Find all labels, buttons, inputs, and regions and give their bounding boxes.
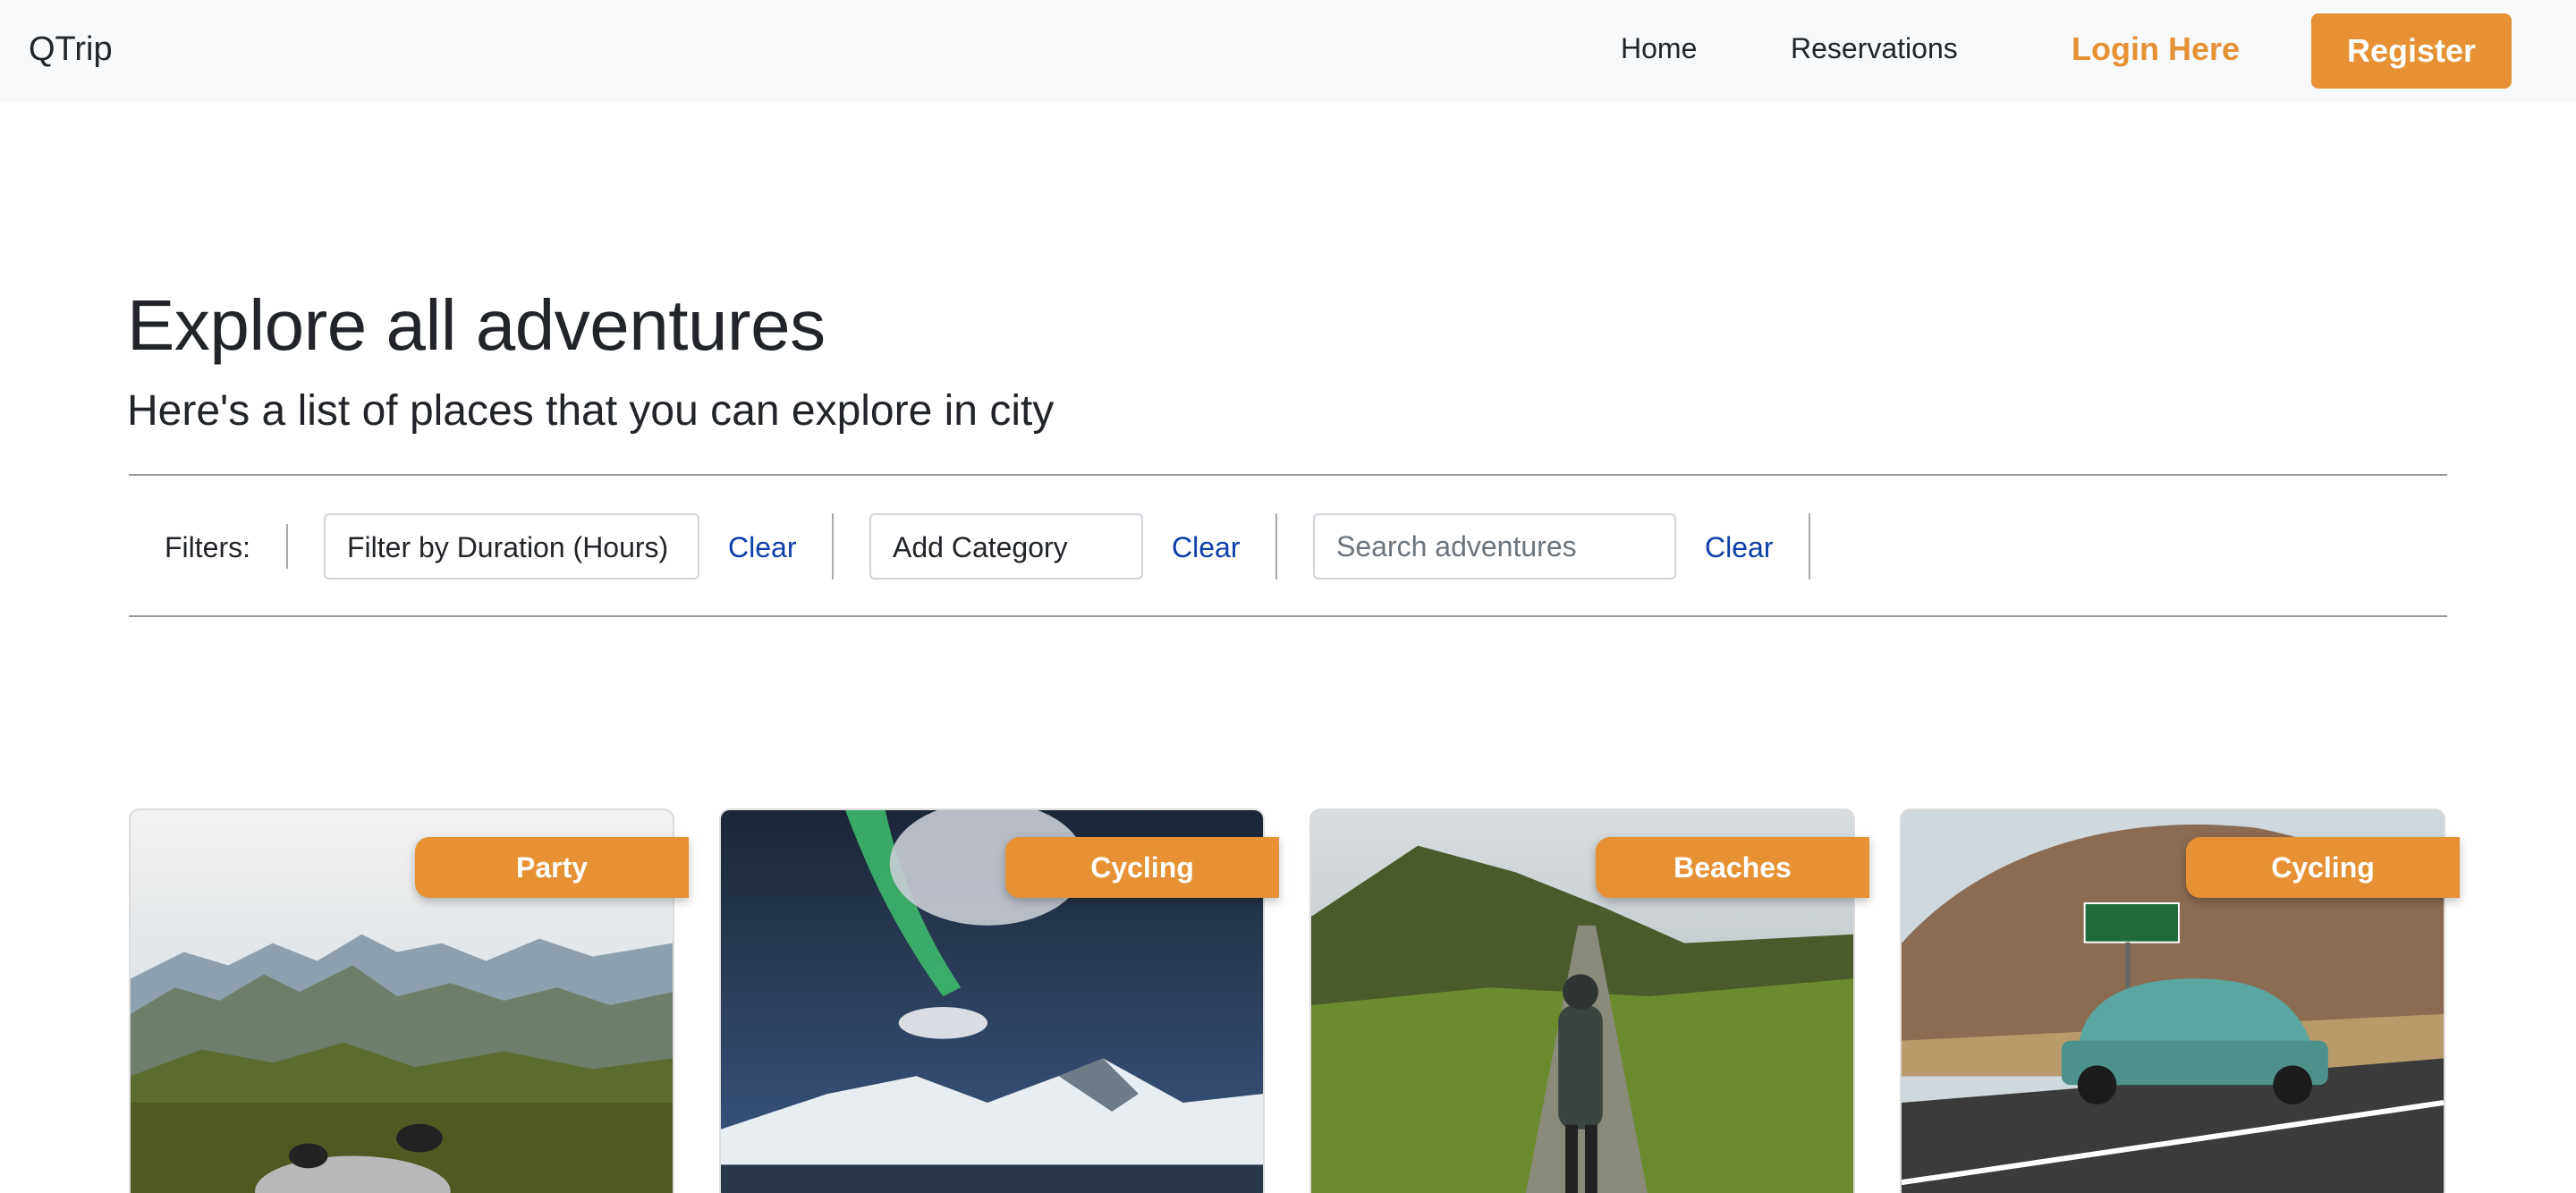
- page-subtitle: Here's a list of places that you can exp…: [127, 387, 1055, 435]
- category-badge: Party: [415, 837, 689, 898]
- brand-logo[interactable]: QTrip: [29, 30, 113, 69]
- category-filter-select[interactable]: Add Category: [869, 513, 1143, 580]
- nav-reservations-link[interactable]: Reservations: [1791, 32, 1958, 65]
- filter-divider: [1275, 513, 1277, 580]
- page-title: Explore all adventures: [127, 285, 826, 365]
- clear-category-link[interactable]: Clear: [1172, 531, 1240, 564]
- filters-bottom-divider: [129, 615, 2447, 617]
- category-badge: Beaches: [1596, 837, 1869, 898]
- register-button[interactable]: Register: [2311, 13, 2512, 89]
- filters-top-divider: [129, 474, 2447, 476]
- clear-duration-link[interactable]: Clear: [728, 531, 796, 564]
- clear-search-link[interactable]: Clear: [1705, 531, 1773, 564]
- nav-home-link[interactable]: Home: [1621, 32, 1697, 65]
- login-link[interactable]: Login Here: [2072, 30, 2240, 68]
- adventure-card[interactable]: Cycling: [1900, 808, 2460, 1193]
- filters-label: Filters:: [165, 531, 250, 563]
- duration-filter-select[interactable]: Filter by Duration (Hours): [324, 513, 699, 580]
- category-badge: Cycling: [2186, 837, 2460, 898]
- filter-divider: [286, 524, 288, 569]
- top-navbar: QTrip Home Reservations Login Here Regis…: [0, 0, 2576, 102]
- search-adventures-input[interactable]: [1313, 513, 1676, 580]
- adventure-card[interactable]: Beaches: [1309, 808, 1869, 1193]
- adventure-card[interactable]: Cycling: [719, 808, 1279, 1193]
- filter-divider: [832, 513, 834, 580]
- filter-divider: [1809, 513, 1810, 580]
- category-badge: Cycling: [1005, 837, 1279, 898]
- adventure-card[interactable]: Party: [129, 808, 689, 1193]
